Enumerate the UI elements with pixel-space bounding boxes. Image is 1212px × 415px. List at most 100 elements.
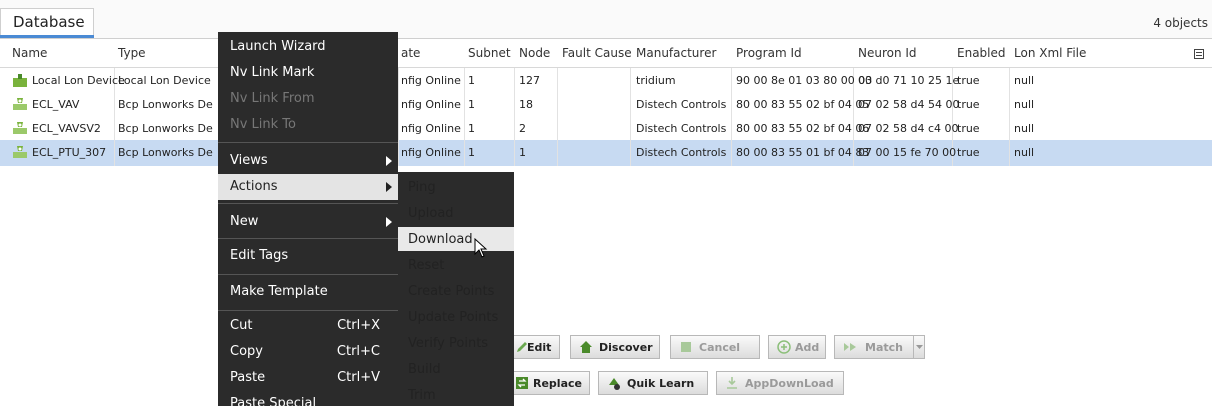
cancel-button[interactable]: Cancel	[670, 335, 760, 359]
lon-device-icon	[13, 146, 27, 158]
submenu-item-upload[interactable]: Upload	[398, 201, 514, 225]
menu-item-label: Actions	[230, 179, 278, 194]
menu-item-views[interactable]: Views	[218, 148, 398, 172]
column-header-lon-xml-file[interactable]: Lon Xml File	[1014, 46, 1086, 60]
table-row[interactable]: Local Lon Device Local Lon Device nfig Onl…	[0, 68, 1212, 94]
lon-device-icon	[13, 122, 27, 134]
cell-divider	[464, 140, 465, 166]
menu-item-shortcut: Ctrl+X	[337, 318, 380, 333]
column-header-subnet[interactable]: Subnet	[468, 46, 511, 60]
cell-xml: null	[1014, 122, 1035, 135]
quik-learn-button[interactable]: Quik Learn	[598, 371, 708, 395]
menu-separator	[218, 310, 398, 311]
cell-divider	[514, 68, 515, 94]
submenu-item-download[interactable]: Download	[398, 227, 514, 251]
menu-item-paste-special[interactable]: Paste Special	[218, 391, 398, 415]
column-chooser-icon[interactable]	[1194, 49, 1204, 59]
local-device-icon	[13, 74, 27, 87]
menu-item-new[interactable]: New	[218, 209, 398, 233]
cell-divider	[630, 116, 631, 142]
submenu-item-label: Build	[408, 362, 441, 377]
edit-button[interactable]: Edit	[512, 335, 560, 359]
menu-item-label: Paste	[230, 370, 266, 385]
appdownload-button[interactable]: AppDownLoad	[716, 371, 844, 395]
menu-separator	[218, 142, 398, 143]
cell-divider	[557, 68, 558, 94]
download-icon	[727, 377, 737, 389]
discover-button[interactable]: Discover	[570, 335, 660, 359]
cell-type: Bcp Lonworks De	[118, 98, 213, 111]
tab-database[interactable]: Database	[0, 8, 94, 36]
submenu-item-label: Download	[408, 232, 473, 247]
menu-item-label: Nv Link Mark	[230, 65, 315, 80]
object-count: 4 objects	[1153, 16, 1208, 30]
menu-item-copy[interactable]: Copy Ctrl+C	[218, 339, 398, 363]
lon-device-icon	[13, 98, 27, 110]
cell-divider	[630, 68, 631, 94]
cell-program-id: 80 00 83 55 01 bf 04 83	[736, 146, 870, 159]
column-header-manufacturer[interactable]: Manufacturer	[636, 46, 716, 60]
column-header-fault-cause[interactable]: Fault Cause	[562, 46, 632, 60]
submenu-item-label: Upload	[408, 206, 454, 221]
column-header-neuron-id[interactable]: Neuron Id	[858, 46, 917, 60]
column-header-state[interactable]: ate	[401, 46, 420, 60]
quik-learn-button-label: Quik Learn	[627, 377, 695, 390]
tab-label: Database	[13, 13, 85, 31]
cell-enabled: true	[957, 122, 980, 135]
column-header-node[interactable]: Node	[519, 46, 550, 60]
cell-enabled: true	[957, 74, 980, 87]
discover-icon	[580, 341, 592, 353]
cell-divider	[114, 92, 115, 118]
submenu-item-create-points[interactable]: Create Points	[398, 279, 514, 303]
replace-button-label: Replace	[533, 377, 582, 390]
menu-item-shortcut: Ctrl+C	[336, 344, 380, 359]
column-header-enabled[interactable]: Enabled	[957, 46, 1006, 60]
cell-state: nfig Online	[401, 74, 461, 87]
add-button[interactable]: Add	[768, 335, 826, 359]
cell-divider	[731, 68, 732, 94]
menu-item-cut[interactable]: Cut Ctrl+X	[218, 313, 398, 337]
menu-item-launch-wizard[interactable]: Launch Wizard	[218, 34, 398, 58]
submenu-item-update-points[interactable]: Update Points	[398, 305, 514, 329]
match-button[interactable]: Match	[834, 335, 914, 359]
menu-item-paste[interactable]: Paste Ctrl+V	[218, 365, 398, 389]
submenu-item-ping[interactable]: Ping	[398, 175, 514, 199]
replace-button[interactable]: Replace	[512, 371, 590, 395]
table-row[interactable]: ECL_VAV Bcp Lonworks De nfig Online 1 18 Dist…	[0, 92, 1212, 118]
menu-item-label: Make Template	[230, 284, 328, 299]
submenu-item-label: Update Points	[408, 310, 499, 325]
cell-divider	[1009, 140, 1010, 166]
submenu-item-trim[interactable]: Trim	[398, 383, 514, 407]
replace-icon	[516, 377, 528, 389]
cell-enabled: true	[957, 146, 980, 159]
menu-item-label: Nv Link To	[230, 117, 296, 132]
menu-item-actions[interactable]: Actions	[218, 174, 398, 200]
menu-item-nv-link-to[interactable]: Nv Link To	[218, 112, 398, 136]
cell-manufacturer: Distech Controls	[636, 146, 727, 159]
cell-divider	[464, 92, 465, 118]
table-row[interactable]: ECL_PTU_307 Bcp Lonworks De nfig Online 1 1 D…	[0, 140, 1212, 166]
column-header-name[interactable]: Name	[12, 46, 47, 60]
column-header-program-id[interactable]: Program Id	[736, 46, 802, 60]
submenu-item-build[interactable]: Build	[398, 357, 514, 381]
cell-manufacturer: Distech Controls	[636, 98, 727, 111]
cell-divider	[731, 116, 732, 142]
cell-subnet: 1	[468, 74, 475, 87]
menu-item-label: Nv Link From	[230, 91, 315, 106]
submenu-arrow-icon	[386, 217, 392, 227]
menu-item-nv-link-mark[interactable]: Nv Link Mark	[218, 60, 398, 84]
submenu-item-verify-points[interactable]: Verify Points	[398, 331, 514, 355]
submenu-item-reset[interactable]: Reset	[398, 253, 514, 277]
cell-state: nfig Online	[401, 98, 461, 111]
column-header-type[interactable]: Type	[118, 46, 146, 60]
tab-active-indicator	[0, 35, 94, 38]
table-header: Name Type ate Subnet Node Fault Cause Ma…	[0, 39, 1212, 68]
match-dropdown-button[interactable]	[913, 335, 925, 359]
menu-item-edit-tags[interactable]: Edit Tags	[218, 243, 398, 267]
cell-divider	[1009, 68, 1010, 94]
menu-item-shortcut: Ctrl+V	[337, 370, 380, 385]
cell-divider	[557, 116, 558, 142]
menu-item-make-template[interactable]: Make Template	[218, 279, 398, 303]
menu-item-nv-link-from[interactable]: Nv Link From	[218, 86, 398, 110]
table-row[interactable]: ECL_VAVSV2 Bcp Lonworks De nfig Online 1 2 Di…	[0, 116, 1212, 142]
